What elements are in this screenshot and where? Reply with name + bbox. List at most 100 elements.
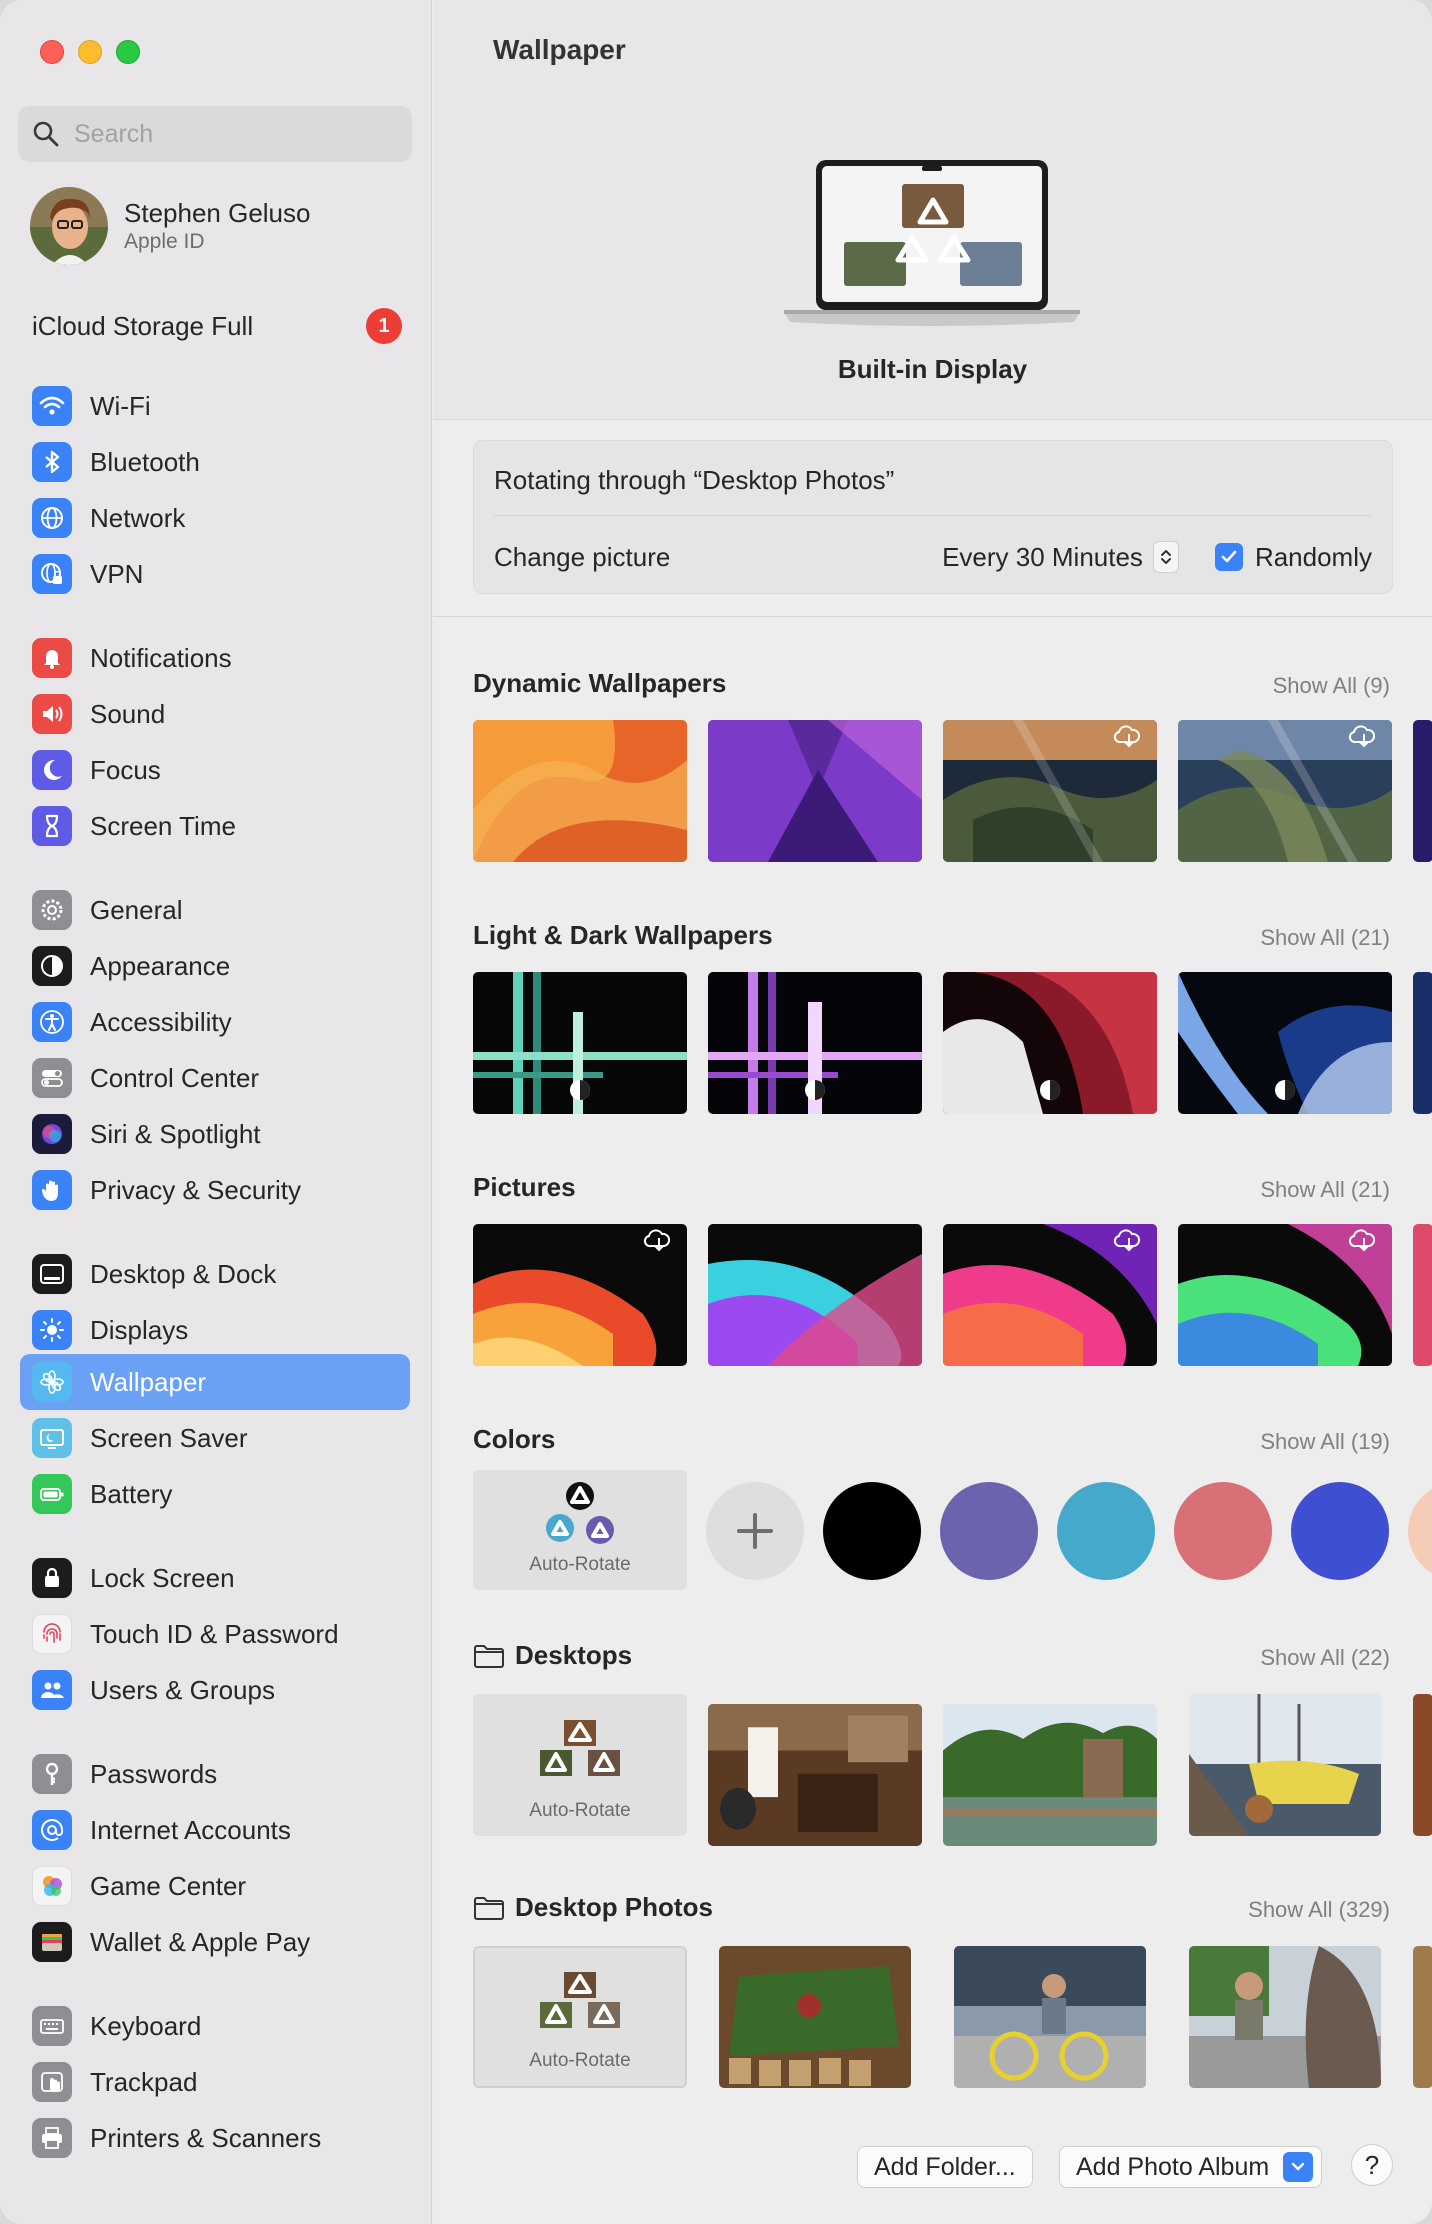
icloud-storage-alert[interactable]: iCloud Storage Full 1 bbox=[32, 306, 402, 346]
wallpaper-header: Wallpaper Built-in Display bbox=[433, 0, 1432, 420]
help-button[interactable]: ? bbox=[1351, 2144, 1393, 2186]
search-icon bbox=[33, 121, 59, 147]
show-all-desktop-photos-button[interactable]: Show All (329) bbox=[1248, 1897, 1390, 1923]
auto-rotate-colors-tile[interactable]: Auto-Rotate bbox=[473, 1470, 687, 1590]
wallpaper-thumbnail[interactable] bbox=[1413, 1224, 1432, 1366]
color-swatch[interactable] bbox=[940, 1482, 1038, 1580]
sidebar-item-printers-scanners[interactable]: Printers & Scanners bbox=[20, 2110, 410, 2166]
globe-icon bbox=[32, 498, 72, 538]
show-all-colors-button[interactable]: Show All (19) bbox=[1260, 1429, 1390, 1455]
randomly-checkbox[interactable]: Randomly bbox=[1214, 542, 1372, 573]
show-all-pictures-button[interactable]: Show All (21) bbox=[1260, 1177, 1390, 1203]
sidebar-item-general[interactable]: General bbox=[20, 882, 410, 938]
color-swatch[interactable] bbox=[1057, 1482, 1155, 1580]
sidebar-item-passwords[interactable]: Passwords bbox=[20, 1746, 410, 1802]
avatar bbox=[30, 187, 108, 265]
sidebar-item-siri-spotlight[interactable]: Siri & Spotlight bbox=[20, 1106, 410, 1162]
desktop-photo-thumbnail[interactable] bbox=[1189, 1694, 1381, 1836]
sidebar-item-label: Sound bbox=[90, 698, 166, 729]
hourglass-icon bbox=[32, 806, 72, 846]
checkmark-icon[interactable] bbox=[1214, 543, 1243, 571]
sidebar-item-notifications[interactable]: Notifications bbox=[20, 630, 410, 686]
sidebar-item-touch-id[interactable]: Touch ID & Password bbox=[20, 1606, 410, 1662]
sidebar-item-displays[interactable]: Displays bbox=[20, 1302, 410, 1358]
sidebar-item-bluetooth[interactable]: Bluetooth bbox=[20, 434, 410, 490]
updown-chevron-icon[interactable] bbox=[1152, 541, 1179, 573]
wallpaper-thumbnail[interactable] bbox=[1178, 1224, 1392, 1366]
wallpaper-thumbnail[interactable] bbox=[708, 972, 922, 1114]
chevron-down-icon[interactable] bbox=[1283, 2152, 1314, 2182]
zoom-button[interactable] bbox=[116, 40, 140, 64]
sidebar-item-users-groups[interactable]: Users & Groups bbox=[20, 1662, 410, 1718]
sidebar-item-screen-saver[interactable]: Screen Saver bbox=[20, 1410, 410, 1466]
color-swatch[interactable] bbox=[823, 1482, 921, 1580]
sidebar-item-wallpaper[interactable]: Wallpaper bbox=[20, 1354, 410, 1410]
desktop-photo-thumbnail[interactable] bbox=[1413, 1694, 1432, 1836]
sidebar-item-focus[interactable]: Focus bbox=[20, 742, 410, 798]
auto-rotate-label: Auto-Rotate bbox=[529, 1800, 631, 1821]
wallpaper-thumbnail[interactable] bbox=[1178, 972, 1392, 1114]
wallpaper-thumbnail[interactable] bbox=[943, 720, 1157, 862]
wallpaper-thumbnail[interactable] bbox=[473, 1224, 687, 1366]
game-center-icon bbox=[32, 1866, 72, 1906]
add-color-button[interactable] bbox=[706, 1482, 804, 1580]
sidebar-item-wifi[interactable]: Wi-Fi bbox=[20, 378, 410, 434]
add-photo-album-button[interactable]: Add Photo Album bbox=[1059, 2146, 1323, 2188]
apple-id-profile[interactable]: Stephen Geluso Apple ID bbox=[30, 186, 410, 266]
sidebar-item-screen-time[interactable]: Screen Time bbox=[20, 798, 410, 854]
sidebar-item-wallet[interactable]: Wallet & Apple Pay bbox=[20, 1914, 410, 1970]
wallpaper-thumbnail[interactable] bbox=[473, 720, 687, 862]
moon-icon bbox=[32, 750, 72, 790]
wallpaper-thumbnail[interactable] bbox=[473, 972, 687, 1114]
sidebar-item-accessibility[interactable]: Accessibility bbox=[20, 994, 410, 1050]
show-all-dynamic-button[interactable]: Show All (9) bbox=[1273, 673, 1390, 699]
interval-popup[interactable]: Every 30 Minutes bbox=[942, 541, 1179, 573]
add-folder-button[interactable]: Add Folder... bbox=[857, 2146, 1033, 2188]
sidebar-item-sound[interactable]: Sound bbox=[20, 686, 410, 742]
wallpaper-thumbnail[interactable] bbox=[1413, 972, 1432, 1114]
dock-icon bbox=[32, 1254, 72, 1294]
wallpaper-thumbnail[interactable] bbox=[1413, 720, 1432, 862]
section-title-label: Desktop Photos bbox=[515, 1892, 713, 1922]
desktop-photo-thumbnail[interactable] bbox=[719, 1946, 911, 2088]
wallpaper-thumbnail[interactable] bbox=[1178, 720, 1392, 862]
sidebar-item-control-center[interactable]: Control Center bbox=[20, 1050, 410, 1106]
color-swatch[interactable] bbox=[1174, 1482, 1272, 1580]
minimize-button[interactable] bbox=[78, 40, 102, 64]
auto-rotate-desktops-tile[interactable]: Auto-Rotate bbox=[473, 1694, 687, 1836]
sidebar-item-privacy-security[interactable]: Privacy & Security bbox=[20, 1162, 410, 1218]
close-button[interactable] bbox=[40, 40, 64, 64]
show-all-desktops-button[interactable]: Show All (22) bbox=[1260, 1645, 1390, 1671]
sidebar-item-network[interactable]: Network bbox=[20, 490, 410, 546]
sidebar-item-keyboard[interactable]: Keyboard bbox=[20, 1998, 410, 2054]
wallpaper-thumbnail[interactable] bbox=[708, 1224, 922, 1366]
sidebar-item-lock-screen[interactable]: Lock Screen bbox=[20, 1550, 410, 1606]
desktop-photo-thumbnail[interactable] bbox=[1189, 1946, 1381, 2088]
desktop-photo-thumbnail[interactable] bbox=[708, 1704, 922, 1846]
sidebar-item-appearance[interactable]: Appearance bbox=[20, 938, 410, 994]
sidebar-item-vpn[interactable]: VPN bbox=[20, 546, 410, 602]
show-all-light-dark-button[interactable]: Show All (21) bbox=[1260, 925, 1390, 951]
wallpaper-thumbnail[interactable] bbox=[708, 720, 922, 862]
desktop-photo-thumbnail[interactable] bbox=[954, 1946, 1146, 2088]
search-input[interactable]: Search bbox=[74, 120, 153, 149]
desktop-photo-thumbnail[interactable] bbox=[943, 1704, 1157, 1846]
sun-icon bbox=[32, 1310, 72, 1350]
icloud-storage-label: iCloud Storage Full bbox=[32, 310, 254, 341]
lock-icon bbox=[32, 1558, 72, 1598]
auto-rotate-desktop-photos-tile[interactable]: Auto-Rotate bbox=[473, 1946, 687, 2088]
wallpaper-thumbnail[interactable] bbox=[943, 972, 1157, 1114]
sidebar-item-battery[interactable]: Battery bbox=[20, 1466, 410, 1522]
sidebar-item-desktop-dock[interactable]: Desktop & Dock bbox=[20, 1246, 410, 1302]
desktop-photo-thumbnail[interactable] bbox=[1413, 1946, 1432, 2088]
wallpaper-thumbnail[interactable] bbox=[943, 1224, 1157, 1366]
laptop-preview[interactable] bbox=[784, 156, 1080, 336]
window-controls bbox=[40, 40, 140, 64]
screensaver-icon bbox=[32, 1418, 72, 1458]
sidebar-item-internet-accounts[interactable]: Internet Accounts bbox=[20, 1802, 410, 1858]
color-swatch[interactable] bbox=[1291, 1482, 1389, 1580]
sidebar-item-game-center[interactable]: Game Center bbox=[20, 1858, 410, 1914]
search-field[interactable]: Search bbox=[18, 106, 412, 162]
sidebar-item-trackpad[interactable]: Trackpad bbox=[20, 2054, 410, 2110]
color-swatch-peek[interactable] bbox=[1408, 1482, 1432, 1580]
